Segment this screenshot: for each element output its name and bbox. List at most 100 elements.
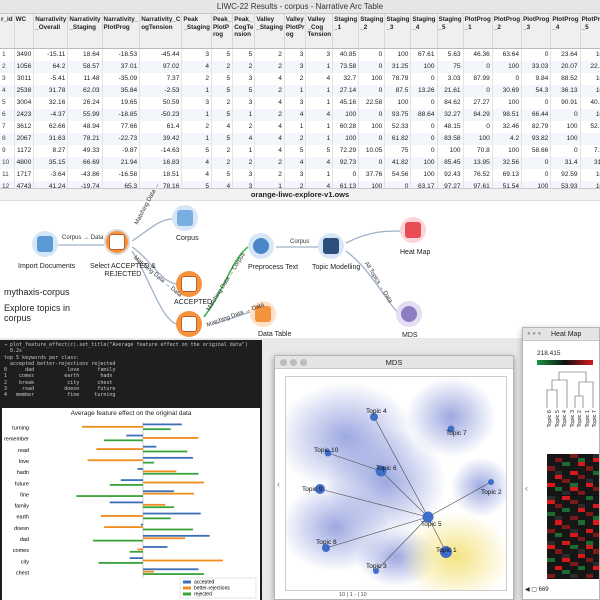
heatmap-icon bbox=[405, 222, 421, 238]
table-row[interactable]: 9 1172 8.27 49.33 -9.87 -14.63 5 2 1 4 5 5 72.29 10.0… bbox=[0, 144, 600, 157]
table-row[interactable]: 10 4800 35.15 66.69 21.94 16.83 4 2 2 2 4 4 92.73 0 41… bbox=[0, 156, 600, 169]
table-cell: 19.65 bbox=[102, 96, 141, 109]
column-header[interactable]: Narrativity _Staging bbox=[67, 14, 103, 49]
table-row[interactable]: 11 1717 -3.64 -43.86 -16.58 18.51 4 5 3 2 3 1 0 37.76… bbox=[0, 168, 600, 181]
bar-rejected bbox=[143, 573, 205, 575]
table-cell: 0 bbox=[358, 108, 386, 121]
column-header[interactable]: Narrativity_ PlotProg bbox=[102, 14, 141, 49]
bar-rejected bbox=[93, 539, 143, 542]
import-documents-node[interactable] bbox=[32, 231, 58, 257]
table-cell: 0 bbox=[332, 168, 360, 181]
bar-rejected bbox=[143, 517, 171, 520]
table-cell: 26.24 bbox=[67, 96, 103, 109]
column-header[interactable]: PlotProg _3 bbox=[521, 14, 552, 49]
code-output: → plot_feature_effect(c).set_title("Aver… bbox=[4, 342, 248, 399]
corpus-node[interactable] bbox=[172, 205, 198, 231]
zoom-icon[interactable] bbox=[300, 359, 307, 366]
table-cell: 46.36 bbox=[463, 48, 493, 61]
close-icon[interactable] bbox=[280, 359, 287, 366]
table-cell: 4 bbox=[181, 60, 212, 73]
column-header[interactable]: PlotProg _2 bbox=[492, 14, 523, 49]
column-header[interactable]: Peak _Staging bbox=[181, 14, 212, 49]
link-topic-mds bbox=[345, 250, 399, 314]
bar-better-rejections bbox=[143, 492, 195, 495]
category-tick-label: fine bbox=[20, 492, 29, 498]
column-header[interactable]: Peak_ PlotP rog bbox=[211, 14, 234, 49]
table-cell: 2 bbox=[254, 156, 285, 169]
table-cell: 100 bbox=[492, 60, 523, 73]
table-cell: 100 bbox=[384, 96, 412, 109]
column-header[interactable]: PlotProg _5 bbox=[580, 14, 600, 49]
bar-rejected bbox=[98, 562, 143, 564]
table-cell: 5 bbox=[232, 48, 256, 61]
table-row[interactable]: 7 3612 62.66 48.94 77.66 61.4 2 4 2 4 1 1 60.28 100 52… bbox=[0, 120, 600, 133]
table-cell: 36.13 bbox=[550, 84, 581, 97]
table-cell: 100 bbox=[410, 60, 438, 73]
heatmap-cell bbox=[554, 574, 563, 579]
window-buttons[interactable]: ● ● ● bbox=[527, 331, 547, 337]
table-row[interactable]: 8 2067 31.63 78.21 -22.73 39.42 1 5 4 4 2 1 100 0 61.8… bbox=[0, 132, 600, 145]
mds-plot[interactable]: Topic 1 Topic 2 Topic 3 Topic 4 Topic 5 … bbox=[285, 376, 507, 591]
notebook-panel: → plot_feature_effect(c).set_title("Aver… bbox=[0, 340, 262, 600]
table-row[interactable]: 12 4743 41.24 -19.74 65.3 78.16 5 4 3 1 2 4 61.13 100… bbox=[0, 180, 600, 188]
table-cell: 0 bbox=[521, 168, 552, 181]
table-row[interactable]: 1 3490 -15.11 18.64 -18.53 -45.44 3 5 5 2 3 3 40.85 0… bbox=[0, 48, 600, 61]
select-node[interactable] bbox=[104, 229, 130, 255]
rejected-node[interactable] bbox=[176, 311, 202, 337]
column-header[interactable]: Peak_ CogTe nsion bbox=[232, 14, 256, 49]
column-header[interactable]: PlotProg _1 bbox=[463, 14, 493, 49]
table-cell: 6 bbox=[0, 108, 15, 121]
table-cell: 35.84 bbox=[102, 84, 141, 97]
mds-node[interactable] bbox=[396, 301, 422, 327]
table-cell: 2 bbox=[254, 84, 285, 97]
table-cell: 1 bbox=[181, 108, 212, 121]
bar-better-rejections bbox=[137, 548, 143, 551]
table-cell: 3 bbox=[181, 48, 212, 61]
column-header[interactable]: Valley _Cog Tension bbox=[305, 14, 334, 49]
table-cell: 4 bbox=[305, 72, 334, 85]
collapse-left-icon[interactable]: ‹ bbox=[277, 479, 280, 489]
column-header[interactable]: Valley PlotPr og bbox=[284, 14, 307, 49]
column-header[interactable]: WC bbox=[14, 14, 35, 49]
table-row[interactable]: 3 3011 -5.41 11.48 -35.09 7.37 2 5 3 4 2 4 32.7 100 78… bbox=[0, 72, 600, 85]
column-header[interactable]: Staging _3 bbox=[384, 14, 412, 49]
table-cell: 1 bbox=[181, 84, 212, 97]
table-cell: 1 bbox=[284, 84, 307, 97]
collapse-left-icon[interactable]: ‹ bbox=[525, 483, 528, 493]
minimize-icon[interactable] bbox=[290, 359, 297, 366]
column-header[interactable]: Narrativity _Overall bbox=[33, 14, 69, 49]
column-header[interactable]: Staging _2 bbox=[358, 14, 386, 49]
table-cell: 32.16 bbox=[33, 96, 69, 109]
topic-modelling-node[interactable] bbox=[318, 233, 344, 259]
table-cell: 1 bbox=[305, 60, 334, 73]
table-row[interactable]: 6 2423 -4.37 55.99 -18.85 -50.23 1 5 1 2 4 4 100 0 93.… bbox=[0, 108, 600, 121]
scatter-icon bbox=[401, 306, 417, 322]
table-cell: 1 bbox=[305, 96, 334, 109]
table-row[interactable]: 4 2538 31.78 62.03 35.84 -2.53 1 5 5 2 1 1 27.14 0 87.… bbox=[0, 84, 600, 97]
column-header[interactable]: Staging _1 bbox=[332, 14, 360, 49]
column-header[interactable]: Valley _Staging bbox=[254, 14, 285, 49]
preprocess-node[interactable] bbox=[248, 233, 274, 259]
table-cell: 60.28 bbox=[332, 120, 360, 133]
table-window: LIWC-22 Results - corpus - Narrative Arc… bbox=[0, 0, 600, 188]
column-header[interactable]: PlotProg _4 bbox=[550, 14, 581, 49]
table-cell: 3011 bbox=[14, 72, 35, 85]
table-cell: 3 bbox=[181, 96, 212, 109]
table-cell: 4 bbox=[0, 84, 15, 97]
table-cell: 4 bbox=[181, 168, 212, 181]
column-header[interactable]: Staging _4 bbox=[410, 14, 438, 49]
table-cell: 3 bbox=[232, 72, 256, 85]
table-row[interactable]: 2 1056 64.2 58.57 37.01 97.02 4 2 2 2 3 1 73.58 0 31.2… bbox=[0, 60, 600, 73]
table-row[interactable]: 5 3004 32.16 26.24 19.65 50.59 3 2 3 4 3 1 45.16 22.5… bbox=[0, 96, 600, 109]
table-cell: 7.33 bbox=[580, 144, 600, 157]
table-cell: 33.03 bbox=[521, 60, 552, 73]
table-cell: 4 bbox=[305, 180, 334, 188]
table-cell: 32.56 bbox=[492, 156, 523, 169]
heat-map-node[interactable] bbox=[400, 217, 426, 243]
bar-better-rejections bbox=[96, 448, 143, 450]
column-header[interactable]: r_id bbox=[0, 14, 15, 49]
table-cell: 1 bbox=[232, 108, 256, 121]
column-header[interactable]: Staging _5 bbox=[437, 14, 464, 49]
column-header[interactable]: Narrativity_C ogTension bbox=[139, 14, 183, 49]
table-cell: 1717 bbox=[14, 168, 35, 181]
